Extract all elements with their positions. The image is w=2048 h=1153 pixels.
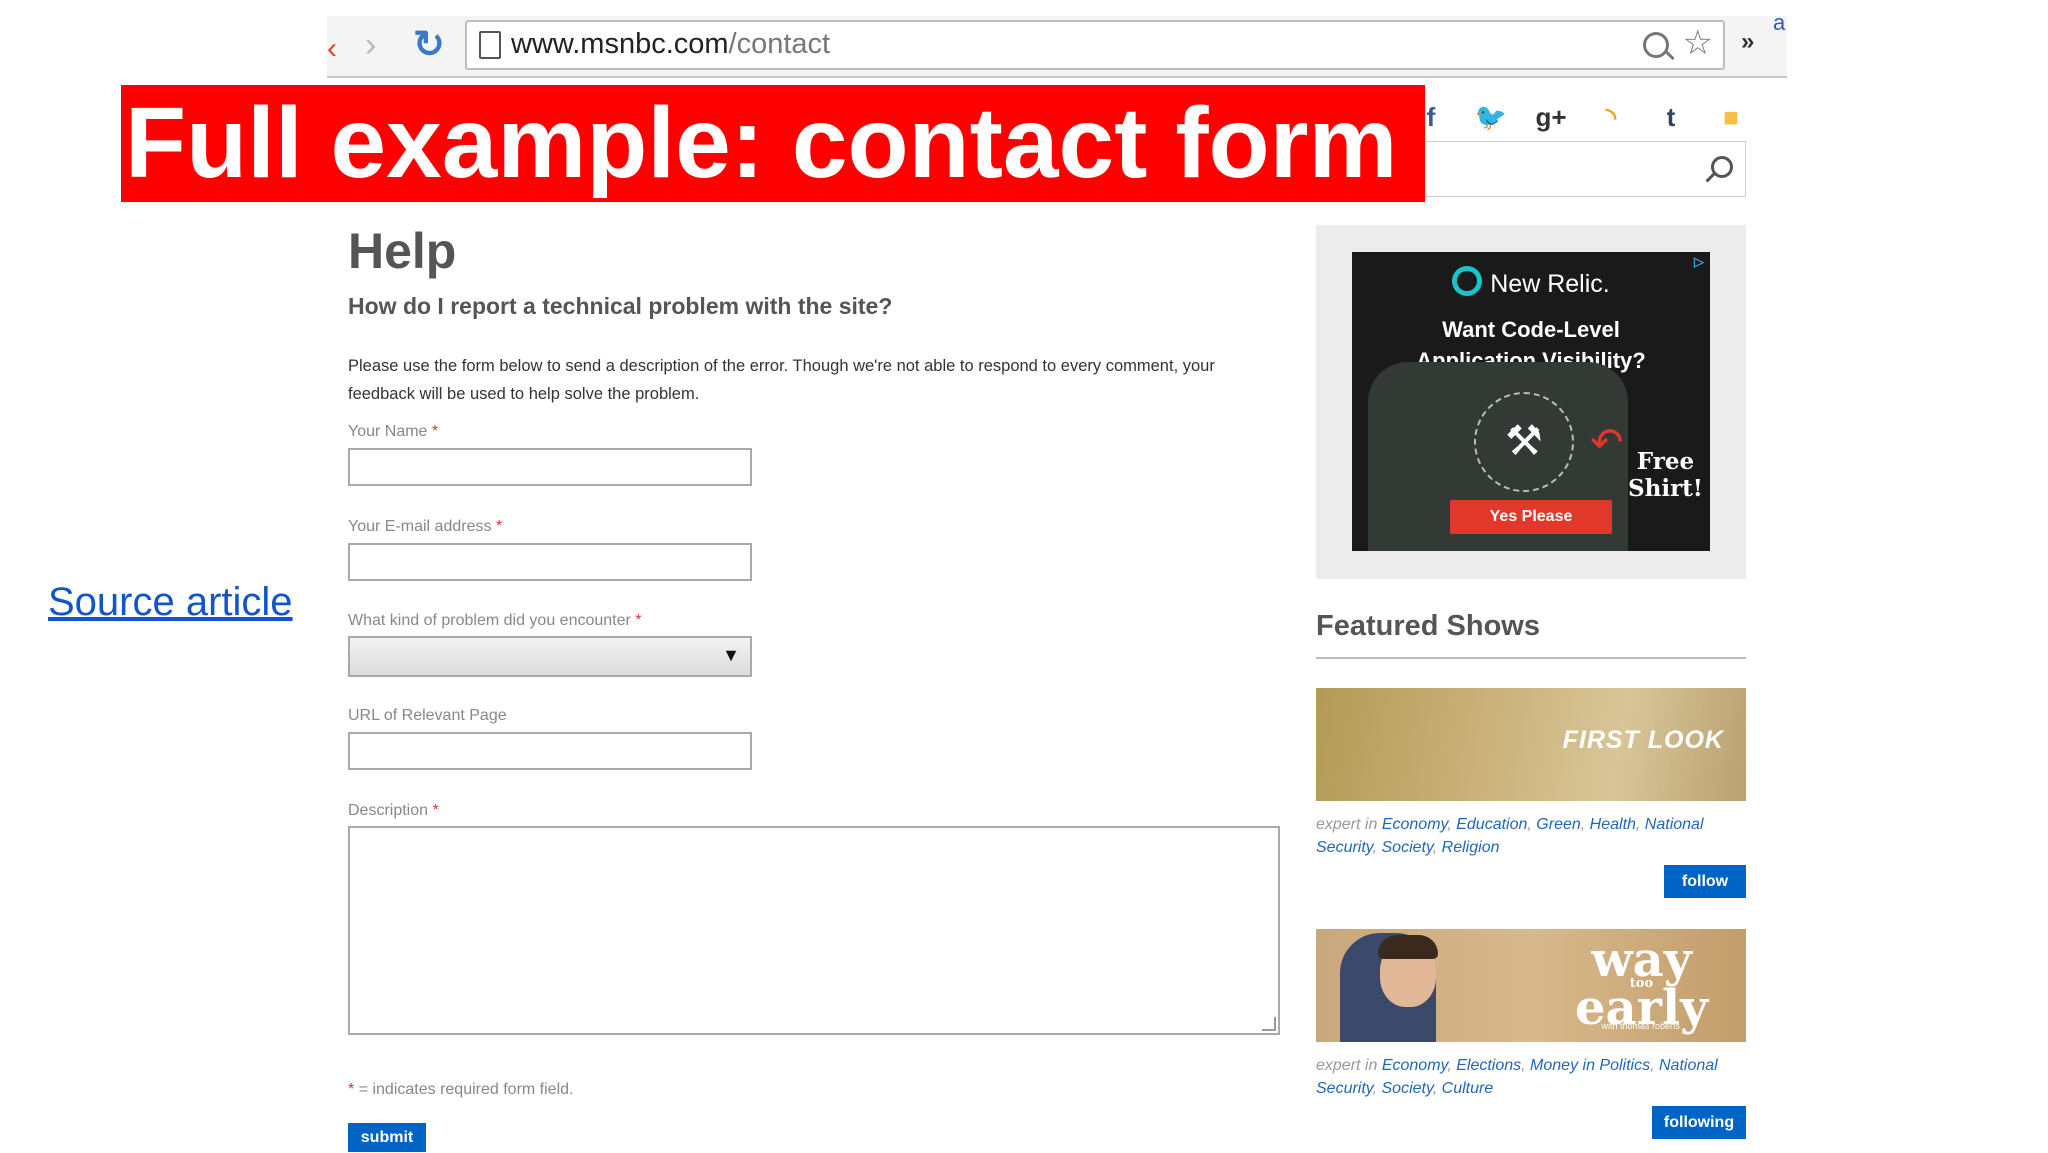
ad-free-shirt: Free Shirt! [1628,448,1703,502]
show-banner[interactable]: FIRST LOOK [1316,688,1746,801]
rss-icon[interactable]: ◝ [1594,100,1628,134]
topic-link[interactable]: Economy [1382,816,1448,833]
email-field[interactable] [348,543,752,581]
following-button[interactable]: following [1652,1106,1746,1139]
topic-link[interactable]: Religion [1442,839,1500,856]
ad-cta-button[interactable]: Yes Please [1450,500,1612,534]
featured-shows-heading: Featured Shows [1316,610,1540,642]
show-topics: expert in Economy, Education, Green, Hea… [1316,816,1704,856]
url-label: URL of Relevant Page [348,707,507,724]
advertisement[interactable]: ▷ New Relic. Want Code-Level Application… [1352,252,1710,551]
search-icon[interactable] [1711,156,1733,178]
topic-link[interactable]: Health [1590,816,1636,833]
show-card-way-too-early: way too early with thomas roberts expert… [1316,929,1746,1139]
twitter-icon[interactable]: 🐦 [1474,100,1508,134]
dropdown-arrow-icon: ▼ [722,645,740,665]
overflow-menu-button[interactable]: » [1741,28,1754,56]
site-search-input[interactable] [1425,141,1746,197]
topic-link[interactable]: Money in Politics [1530,1057,1650,1074]
description-textarea[interactable] [348,826,1280,1035]
required-asterisk: * [495,518,503,535]
show-name: FIRST LOOK [1562,726,1724,754]
page-title: Help [348,223,457,279]
email-label: Your E-mail address * [348,518,502,536]
required-note-text: = indicates required form field. [358,1081,574,1098]
topic-link[interactable]: Society [1382,839,1433,856]
google-plus-icon[interactable]: g+ [1534,100,1568,134]
ad-free-line1: Free [1636,448,1695,475]
submit-button[interactable]: submit [348,1123,426,1152]
show-topics: expert in Economy, Elections, Money in P… [1316,1057,1718,1097]
topic-link[interactable]: Education [1456,816,1527,833]
required-note: * = indicates required form field. [348,1081,573,1099]
topic-link[interactable]: Culture [1442,1080,1494,1097]
problem-select[interactable]: ▼ [348,636,752,677]
expert-prefix: expert in [1316,1057,1378,1074]
extension-icon[interactable]: a [1773,10,1785,36]
problem-label-text: What kind of problem did you encounter [348,612,631,629]
slide-title: Full example: contact form [121,85,1425,202]
ad-brand: New Relic. [1352,266,1710,299]
new-relic-logo-icon [1452,266,1483,296]
expert-prefix: expert in [1316,816,1378,833]
follow-button[interactable]: follow [1664,865,1746,898]
name-label: Your Name * [348,423,438,441]
back-icon[interactable]: ‹ [327,32,337,66]
required-asterisk: * [635,612,642,629]
reload-icon[interactable]: ↻ [413,26,445,64]
ad-brand-text: New Relic. [1490,270,1610,298]
description-label: Description * [348,802,439,820]
required-asterisk: * [348,1081,355,1098]
required-asterisk: * [432,802,439,819]
show-name: way too early [1575,936,1708,1032]
source-article-link[interactable]: Source article [48,580,293,625]
anchor-hair [1378,935,1438,959]
hammer-emblem-icon: ⚒ [1474,392,1574,492]
show-card-first-look: FIRST LOOK expert in Economy, Education,… [1316,688,1746,898]
page-subtitle: How do I report a technical problem with… [348,293,893,319]
url-path: /contact [728,28,831,60]
page-icon [479,31,501,59]
tumblr-icon[interactable]: t [1654,100,1688,134]
required-asterisk: * [431,423,439,440]
topic-link[interactable]: Society [1382,1080,1433,1097]
address-bar[interactable]: www.msnbc.com/contact ☆ [465,20,1725,70]
url-host: www.msnbc.com [511,28,729,60]
name-field[interactable] [348,448,752,486]
show-host: with thomas roberts [1601,1021,1680,1031]
url-text[interactable]: www.msnbc.com/contact [511,28,830,61]
zoom-icon[interactable] [1643,32,1669,58]
ad-tagline-line1: Want Code-Level [1442,317,1620,342]
topic-link[interactable]: Elections [1456,1057,1521,1074]
arrow-icon: ↶ [1590,421,1624,465]
resize-handle-icon[interactable] [1262,1017,1276,1031]
topic-link[interactable]: Economy [1382,1057,1448,1074]
divider [1316,657,1746,659]
url-field[interactable] [348,732,752,770]
show-banner[interactable]: way too early with thomas roberts [1316,929,1746,1042]
browser-toolbar: ‹ › ↻ www.msnbc.com/contact ☆ » a [327,10,1787,78]
intro-text: Please use the form below to send a desc… [348,357,1215,403]
forward-icon[interactable]: › [365,28,376,62]
email-label-text: Your E-mail address [348,518,492,535]
description-label-text: Description [348,802,429,819]
ad-free-line2: Shirt! [1628,475,1703,502]
bookmark-star-icon[interactable]: ☆ [1683,24,1713,62]
topic-link[interactable]: Green [1536,816,1580,833]
email-icon[interactable]: ■ [1714,100,1748,134]
name-label-text: Your Name [348,423,428,440]
problem-label: What kind of problem did you encounter * [348,612,642,630]
anchor-photo [1340,933,1438,1042]
